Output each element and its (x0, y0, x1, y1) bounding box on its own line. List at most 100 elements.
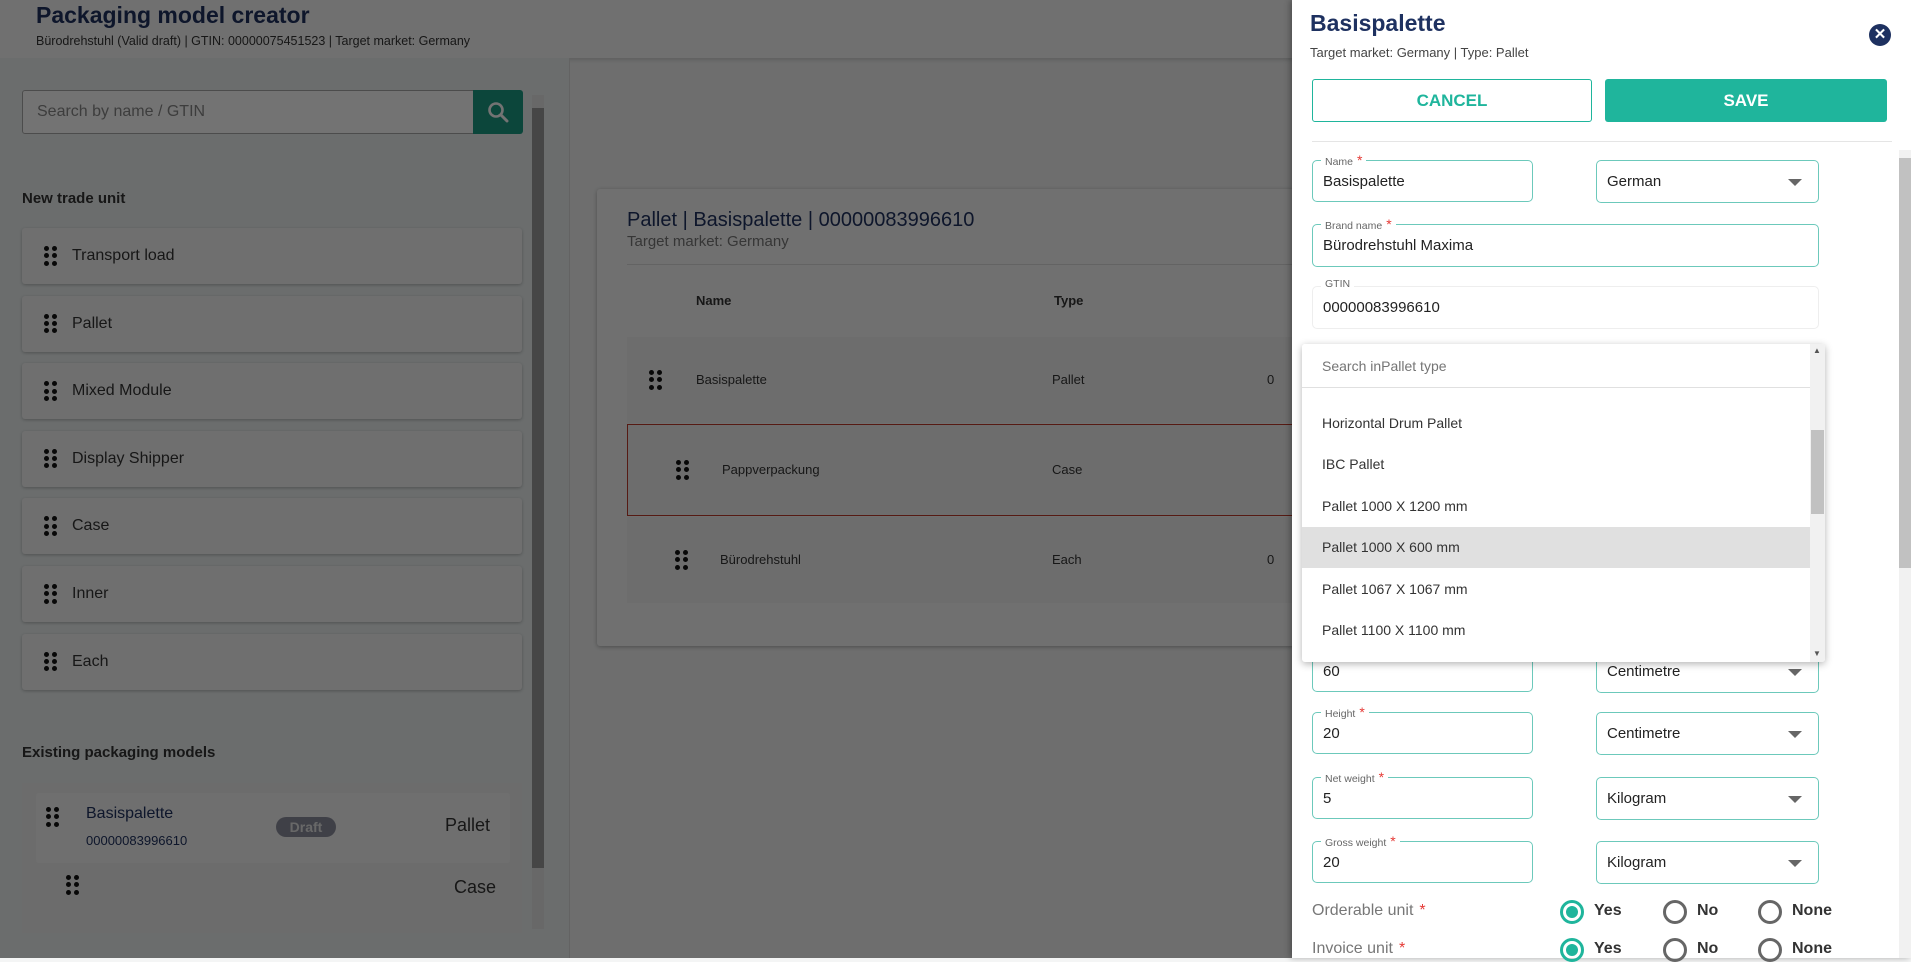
drag-handle-icon[interactable] (66, 875, 79, 895)
gross-weight-unit-value: Kilogram (1607, 854, 1667, 871)
page-subtitle: Bürodrehstuhl (Valid draft) | GTIN: 0000… (36, 34, 471, 48)
trade-unit-label: Each (72, 652, 109, 670)
drag-handle-icon[interactable] (44, 313, 57, 334)
existing-model-item[interactable]: Basispalette 00000083996610 Draft Pallet (36, 793, 510, 863)
existing-models-list: Basispalette 00000083996610 Draft Pallet… (22, 783, 522, 933)
name-value: Basispalette (1323, 172, 1405, 190)
packaging-model-card: Pallet | Basispalette | 00000083996610 T… (597, 189, 1297, 646)
drag-handle-icon[interactable] (44, 246, 57, 266)
drag-handle-icon[interactable] (44, 584, 57, 604)
table-row[interactable]: Bürodrehstuhl Each 0 (627, 517, 1297, 603)
panel-title: Basispalette (1310, 10, 1446, 36)
net-weight-field[interactable]: Net weight * 5 (1312, 769, 1533, 819)
scroll-up-icon[interactable]: ▲ (1813, 346, 1821, 355)
gtin-field: GTIN 00000083996610 (1312, 278, 1819, 329)
net-weight-unit-select[interactable]: Kilogram (1596, 777, 1819, 820)
page-title: Packaging model creator (36, 2, 310, 28)
scroll-down-icon[interactable]: ▼ (1813, 649, 1821, 658)
trade-unit-item[interactable]: Pallet (22, 295, 522, 352)
trade-unit-label: Pallet (72, 314, 113, 332)
trade-unit-item[interactable]: Transport load (22, 228, 522, 284)
height-label: Height * (1321, 704, 1369, 720)
radio-label: No (1697, 902, 1719, 919)
radio-label: Yes (1594, 902, 1622, 919)
trade-unit-item[interactable]: Display Shipper (22, 430, 522, 487)
sidebar-scrollbar-thumb[interactable] (532, 108, 544, 868)
radio-no[interactable] (1663, 938, 1687, 962)
drag-handle-icon[interactable] (649, 370, 662, 390)
model-gtin: 00000083996610 (86, 833, 188, 848)
brand-name-field[interactable]: Brand name * Bürodrehstuhl Maxima (1312, 216, 1819, 267)
brand-label: Brand name * (1321, 216, 1396, 232)
gross-weight-field[interactable]: Gross weight * 20 (1312, 833, 1533, 883)
dropdown-scrollbar-thumb[interactable] (1811, 430, 1824, 514)
gross-weight-label: Gross weight * (1321, 833, 1400, 849)
search-input[interactable] (22, 90, 474, 134)
orderable-unit-label: Orderable unit * (1312, 902, 1426, 919)
trade-unit-item[interactable]: Each (22, 633, 522, 690)
drag-handle-icon[interactable] (676, 460, 689, 480)
trade-unit-label: Transport load (72, 247, 175, 264)
height-value: 20 (1323, 724, 1340, 742)
existing-models-title: Existing packaging models (22, 744, 216, 761)
height-unit-value: Centimetre (1607, 725, 1681, 742)
save-button[interactable]: SAVE (1605, 79, 1887, 122)
dropdown-option[interactable]: Pallet 1000 X 600 mm (1302, 526, 1810, 568)
drag-handle-icon[interactable] (44, 516, 57, 537)
column-header-type: Type (1054, 293, 1084, 308)
trade-unit-label: Mixed Module (72, 382, 172, 400)
dropdown-option[interactable]: Pallet 1100 X 1100 mm (1302, 610, 1810, 651)
chevron-down-icon (1788, 668, 1802, 676)
drag-handle-icon[interactable] (44, 651, 57, 672)
trade-unit-item[interactable]: Inner (22, 566, 522, 622)
width-unit-value: Centimetre (1607, 663, 1681, 680)
radio-yes[interactable] (1560, 938, 1584, 962)
chevron-down-icon (1788, 795, 1802, 803)
radio-yes[interactable] (1560, 900, 1584, 924)
drag-handle-icon[interactable] (675, 550, 688, 570)
search-button[interactable] (473, 90, 523, 134)
gross-weight-unit-select[interactable]: Kilogram (1596, 841, 1819, 884)
dropdown-option[interactable]: IBC Pallet (1302, 444, 1810, 485)
height-unit-select[interactable]: Centimetre (1596, 712, 1819, 755)
drag-handle-icon[interactable] (44, 381, 57, 401)
row-name: Pappverpackung (722, 462, 820, 477)
search-icon (488, 102, 509, 123)
radio-no[interactable] (1663, 900, 1687, 924)
row-gtin: 0 (1267, 372, 1275, 387)
chevron-down-icon (1788, 178, 1802, 186)
trade-unit-label: Display Shipper (72, 449, 185, 467)
row-gtin: 0 (1267, 552, 1275, 567)
trade-unit-item[interactable]: Mixed Module (22, 363, 522, 420)
table-row-selected[interactable]: Pappverpackung Case (627, 424, 1297, 516)
dropdown-option[interactable]: Horizontal Drum Pallet (1302, 402, 1810, 443)
radio-label: None (1792, 902, 1832, 919)
divider (627, 264, 1297, 265)
dropdown-option[interactable]: Pallet 1067 X 1067 mm (1302, 568, 1810, 609)
brand-value: Bürodrehstuhl Maxima (1323, 237, 1474, 254)
dropdown-option[interactable]: Pallet 1000 X 1200 mm (1302, 485, 1810, 526)
gtin-label: GTIN (1321, 278, 1355, 290)
name-label: Name * (1321, 152, 1367, 168)
drag-handle-icon[interactable] (44, 448, 57, 469)
row-type: Case (1052, 462, 1083, 477)
cancel-button[interactable]: CANCEL (1312, 79, 1592, 122)
trade-unit-item[interactable]: Case (22, 498, 522, 555)
close-icon[interactable]: ✕ (1869, 24, 1891, 46)
radio-label: None (1792, 940, 1832, 957)
divider (1312, 141, 1892, 142)
language-select[interactable]: German (1596, 160, 1819, 203)
table-row[interactable]: Basispalette Pallet 0 (627, 337, 1297, 423)
name-field[interactable]: Name * Basispalette (1312, 152, 1533, 202)
radio-none[interactable] (1758, 900, 1782, 924)
model-type: Pallet (444, 815, 490, 835)
pallet-type-dropdown: Horizontal Drum PalletIBC PalletPallet 1… (1302, 344, 1825, 662)
height-field[interactable]: Height * 20 (1312, 704, 1533, 754)
gross-weight-value: 20 (1323, 853, 1340, 871)
panel-scrollbar-thumb[interactable] (1899, 158, 1911, 568)
radio-label: Yes (1594, 940, 1622, 957)
radio-none[interactable] (1758, 938, 1782, 962)
model-type: Case (453, 877, 496, 897)
drag-handle-icon[interactable] (46, 807, 59, 827)
dropdown-search-input[interactable] (1302, 344, 1810, 388)
